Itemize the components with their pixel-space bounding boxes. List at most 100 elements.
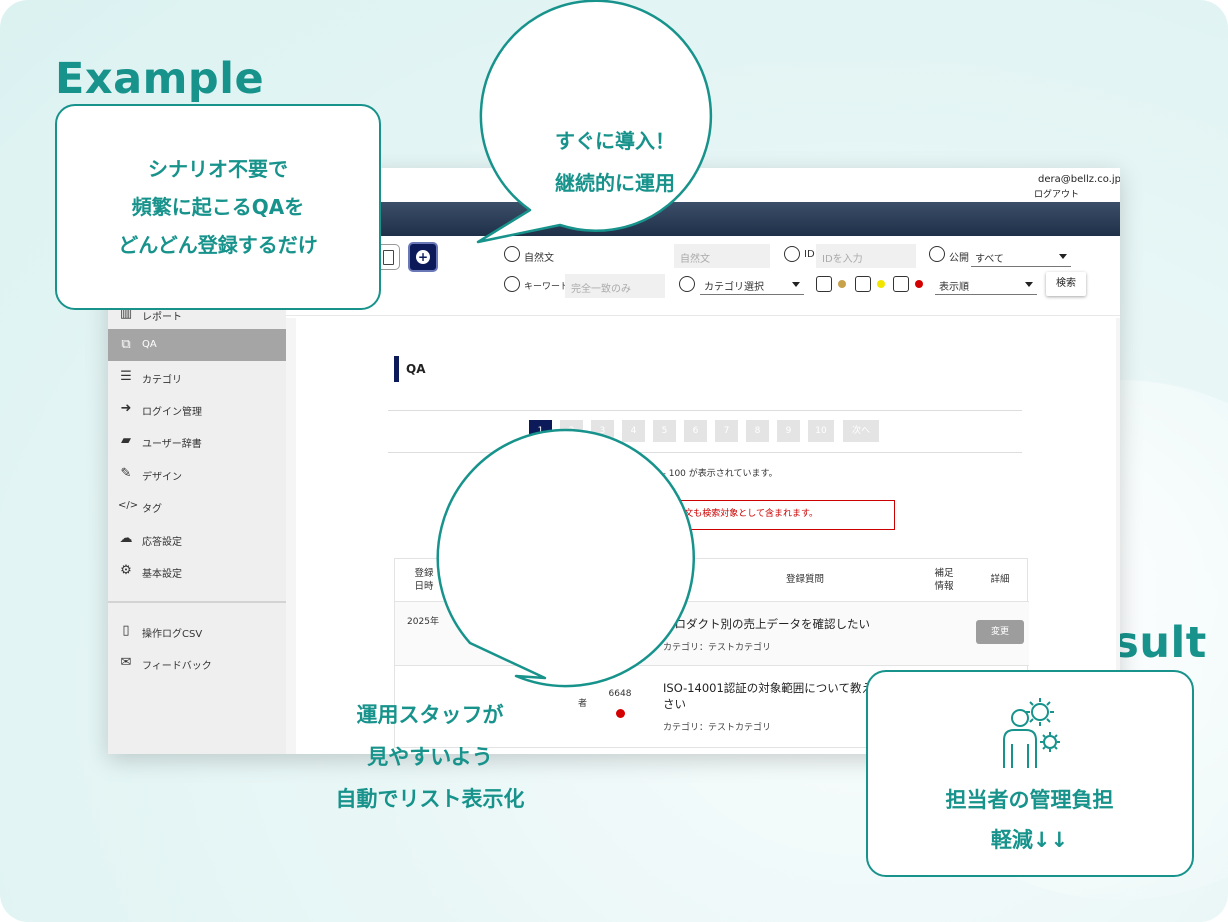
page-5-button[interactable]: 5: [653, 420, 676, 442]
sidebar-item-tag[interactable]: </> タグ: [108, 490, 286, 522]
status-checkbox-3[interactable]: [893, 276, 909, 292]
sidebar-item-operation-log-csv[interactable]: ▯ 操作ログCSV: [108, 615, 286, 647]
id-input[interactable]: IDを入力: [816, 244, 916, 268]
sidebar-item-label: デザイン: [142, 472, 182, 483]
sidebar-divider: [108, 601, 286, 603]
row-id: 6649: [608, 617, 632, 627]
add-qa-button[interactable]: +: [408, 242, 438, 272]
sidebar-item-category[interactable]: ☰ カテゴリ: [108, 361, 286, 393]
sidebar-item-design[interactable]: ✎ デザイン: [108, 458, 286, 490]
row-updated: 2025年 3月22日: [459, 616, 501, 642]
page-4-button[interactable]: 4: [622, 420, 645, 442]
sidebar-item-login-management[interactable]: ➜ ログイン管理: [108, 393, 286, 425]
sign-in-icon: ➜: [120, 401, 132, 416]
bottom-bubble-text: 運用スタッフが 見やすいよう 自動でリスト表示化: [302, 694, 558, 820]
public-radio[interactable]: [929, 246, 945, 262]
sort-select-value: 表示順: [939, 282, 969, 293]
header-created: 登録 日時: [409, 567, 439, 593]
header-updated-line2: 日時: [470, 581, 490, 592]
sidebar-item-label: 操作ログCSV: [142, 629, 203, 640]
brush-icon: ✎: [120, 466, 132, 481]
sidebar-item-feedback[interactable]: ✉ フィードバック: [108, 647, 286, 679]
result-line-1: 担当者の管理負担: [945, 788, 1114, 812]
example-line-2: 頻繁に起こるQAを: [131, 195, 305, 219]
result-callout: 担当者の管理負担 軽減↓↓: [866, 670, 1194, 877]
status-checkbox-2[interactable]: [855, 276, 871, 292]
file-icon: ▯: [122, 623, 130, 638]
row-id: 6648: [608, 689, 632, 699]
category-radio[interactable]: [679, 276, 695, 292]
natural-text-input[interactable]: 自然文: [674, 244, 770, 268]
bottom-bubble-line-2: 見やすいよう: [367, 745, 493, 769]
row-category: カテゴリ：テストカテゴリ: [663, 723, 772, 733]
top-bubble-line-2: 継続的に運用: [555, 171, 675, 195]
chevron-down-icon: [1025, 282, 1033, 287]
keyword-input[interactable]: 完全一致のみ: [565, 274, 665, 298]
status-dot-3: [915, 280, 923, 288]
chat-icon: ☁: [119, 531, 133, 546]
row-question-line2: さい: [663, 697, 686, 711]
bottom-bubble-line-1: 運用スタッフが: [356, 703, 504, 727]
natural-text-radio[interactable]: [504, 246, 520, 262]
header-supplement: 補足 情報: [929, 567, 959, 593]
divider: [388, 452, 1022, 453]
id-radio[interactable]: [784, 246, 800, 262]
row-question[interactable]: ISO-14001認証の対象範囲について教え: [663, 680, 873, 696]
sidebar-item-qa[interactable]: ⧉ QA: [108, 329, 286, 361]
sidebar-item-basic-settings[interactable]: ⚙ 基本設定: [108, 555, 286, 587]
page-2-button[interactable]: 2: [560, 420, 583, 442]
natural-text-radio-label: 自然文: [524, 253, 554, 264]
sort-select[interactable]: 表示順: [935, 273, 1037, 295]
row-updated-line1: 2025年: [464, 617, 496, 627]
page-1-button[interactable]: 1: [529, 420, 552, 442]
page-3-button[interactable]: 3: [591, 420, 614, 442]
row-updated-line2: 3月22日: [462, 630, 498, 640]
keyword-radio-label: キーワード: [524, 282, 570, 292]
status-dot: [616, 709, 625, 718]
header-supplement-line2: 情報: [934, 581, 954, 592]
header-created-line2: 日時: [414, 581, 434, 592]
result-line-2: 軽減↓↓: [990, 828, 1069, 852]
sidebar-item-response-settings[interactable]: ☁ 応答設定: [108, 523, 286, 555]
example-line-1: シナリオ不要で: [148, 157, 288, 181]
page-7-button[interactable]: 7: [715, 420, 738, 442]
category-select-value: カテゴリ選択: [704, 282, 764, 293]
header-updated: 更新 日時: [465, 567, 495, 593]
example-heading: Example: [55, 54, 265, 104]
chevron-down-icon: [1059, 254, 1067, 259]
book-icon: ▰: [121, 433, 131, 448]
sidebar-item-label: カテゴリ: [142, 375, 182, 386]
sidebar-item-label: レポート: [142, 312, 182, 323]
page-10-button[interactable]: 10: [808, 420, 834, 442]
section-accent-bar: [394, 356, 399, 382]
user-email: dera@bellz.co.jp: [1038, 174, 1120, 185]
header-created-line1: 登録: [414, 568, 434, 579]
table-row[interactable]: 2025年 2025年 3月22日 マスター管理者 6649 プロダクト別の売上…: [395, 601, 1029, 665]
status-checkbox-1[interactable]: [816, 276, 832, 292]
sidebar-item-label: ユーザー辞書: [142, 439, 202, 450]
list-icon: ☰: [120, 369, 132, 384]
row-question[interactable]: プロダクト別の売上データを確認したい: [663, 616, 870, 632]
header-updater: 更新者: [537, 574, 567, 585]
sidebar-item-user-dictionary[interactable]: ▰ ユーザー辞書: [108, 425, 286, 457]
public-label: 公開: [949, 253, 969, 264]
page-6-button[interactable]: 6: [684, 420, 707, 442]
public-select[interactable]: すべて: [971, 245, 1071, 267]
public-select-value: すべて: [975, 254, 1004, 265]
status-dot: [616, 637, 625, 646]
row-category: カテゴリ：テストカテゴリ: [663, 643, 772, 653]
edit-button[interactable]: 変更: [976, 620, 1024, 644]
keyword-radio[interactable]: [504, 276, 520, 292]
page-9-button[interactable]: 9: [777, 420, 800, 442]
next-page-button[interactable]: 次へ: [843, 420, 879, 442]
search-notice: パターン登録している質問文も検索対象として含まれます。: [500, 500, 895, 530]
search-button[interactable]: 検索: [1046, 272, 1086, 296]
top-bubble-text: すぐに導入！ 継続的に運用: [500, 120, 730, 204]
example-callout: シナリオ不要で 頻繁に起こるQAを どんどん登録するだけ: [55, 104, 381, 310]
bottom-bubble-line-3: 自動でリスト表示化: [335, 787, 525, 811]
logout-link[interactable]: ログアウト: [1034, 187, 1079, 200]
gear-icon: ⚙: [120, 563, 132, 578]
person-gears-icon: [1003, 698, 1060, 768]
page-8-button[interactable]: 8: [746, 420, 769, 442]
category-select[interactable]: カテゴリ選択: [700, 273, 804, 295]
